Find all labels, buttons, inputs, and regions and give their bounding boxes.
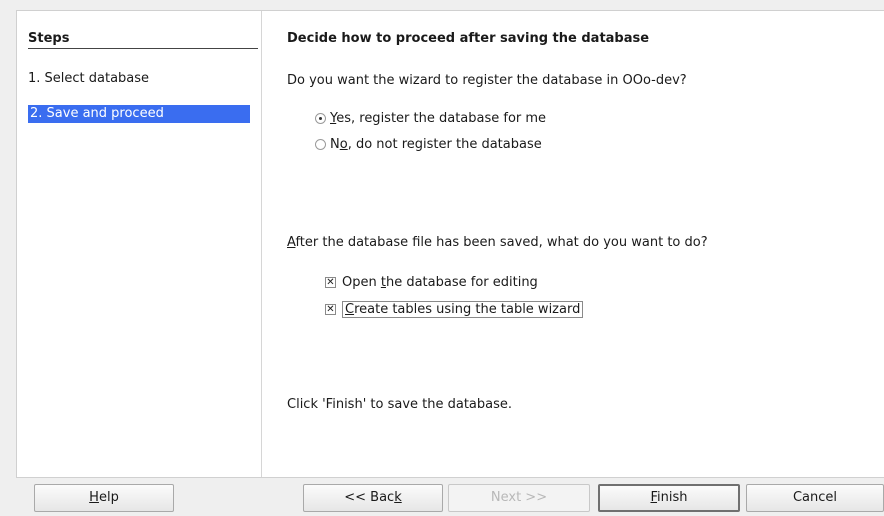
create-tables-label[interactable]: Create tables using the table wizard (342, 301, 584, 318)
register-yes-radio[interactable]: Yes, register the database for me (315, 111, 546, 126)
radio-selected-icon[interactable] (315, 113, 326, 124)
wizard-body: Steps 1. Select database 2. Save and pro… (16, 10, 884, 478)
back-button[interactable]: << Back (303, 484, 443, 512)
steps-panel: Steps 1. Select database 2. Save and pro… (17, 11, 262, 477)
register-yes-label[interactable]: Yes, register the database for me (330, 111, 546, 126)
cancel-button[interactable]: Cancel (746, 484, 884, 512)
after-save-question: After the database file has been saved, … (287, 235, 708, 250)
create-tables-checkbox[interactable]: ✕ Create tables using the table wizard (325, 301, 584, 318)
checkbox-checked-icon[interactable]: ✕ (325, 304, 336, 315)
finish-button[interactable]: Finish (598, 484, 740, 512)
finish-hint: Click 'Finish' to save the database. (287, 397, 513, 412)
radio-unselected-icon[interactable] (315, 139, 326, 150)
next-button[interactable]: Next >> (448, 484, 590, 512)
open-for-editing-checkbox[interactable]: ✕ Open the database for editing (325, 275, 538, 290)
step-save-and-proceed[interactable]: 2. Save and proceed (28, 105, 250, 123)
step-select-database[interactable]: 1. Select database (28, 71, 149, 86)
steps-heading: Steps (28, 31, 258, 49)
page-title: Decide how to proceed after saving the d… (287, 31, 650, 46)
help-button[interactable]: Help (34, 484, 174, 512)
register-question: Do you want the wizard to register the d… (287, 73, 687, 88)
register-no-label[interactable]: No, do not register the database (330, 137, 542, 152)
register-no-radio[interactable]: No, do not register the database (315, 137, 542, 152)
checkbox-checked-icon[interactable]: ✕ (325, 277, 336, 288)
open-for-editing-label[interactable]: Open the database for editing (342, 275, 538, 290)
